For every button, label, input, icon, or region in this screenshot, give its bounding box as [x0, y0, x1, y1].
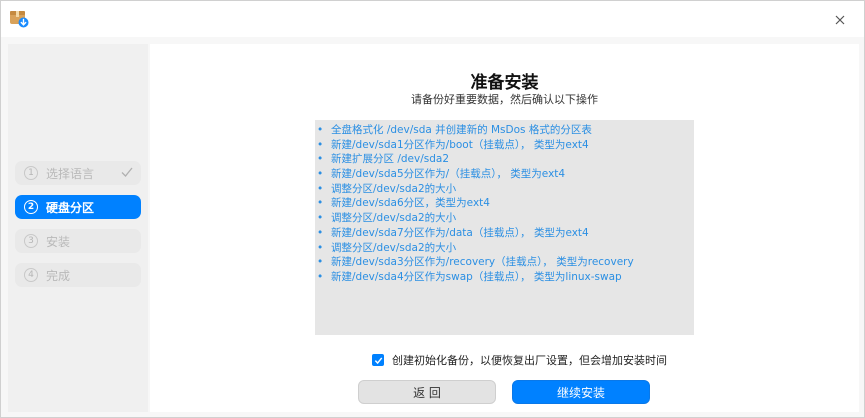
operations-list: • 全盘格式化 /dev/sda 并创建新的 MsDos 格式的分区表 • 新建/d… — [315, 120, 694, 335]
checkmark-icon — [374, 357, 382, 364]
operation-item: • 调整分区/dev/sda2的大小 — [315, 211, 694, 226]
operation-item: • 新建/dev/sda6分区，类型为ext4 — [315, 196, 694, 211]
checkmark-icon — [121, 166, 133, 181]
page-title: 准备安装 — [470, 73, 539, 93]
operation-item: • 新建/dev/sda4分区作为swap（挂载点）， 类型为linux-swap — [315, 270, 694, 285]
bullet-marker: • — [317, 270, 324, 283]
operation-text: 调整分区/dev/sda2的大小 — [331, 241, 457, 254]
steps-sidebar: 1 选择语言 2 硬盘分区 3 安装 4 完成 — [8, 44, 148, 412]
step-label: 安装 — [46, 234, 71, 249]
step-number: 2 — [24, 200, 38, 214]
bullet-marker: • — [317, 256, 324, 269]
operation-text: 全盘格式化 /dev/sda 并创建新的 MsDos 格式的分区表 — [331, 124, 592, 136]
continue-install-button[interactable]: 继续安装 — [512, 380, 650, 404]
operation-text: 新建扩展分区 /dev/sda2 — [331, 153, 450, 166]
page-subtitle: 请备份好重要数据，然后确认以下操作 — [411, 93, 598, 106]
bullet-marker: • — [317, 241, 324, 254]
bullet-marker: • — [317, 182, 324, 195]
step-number: 4 — [24, 268, 38, 282]
operation-text: 新建/dev/sda3分区作为/recovery（挂载点）， 类型为recove… — [331, 256, 634, 269]
operation-item: • 新建/dev/sda1分区作为/boot（挂载点）， 类型为ext4 — [315, 138, 694, 153]
operation-text: 调整分区/dev/sda2的大小 — [331, 212, 457, 225]
operation-text: 新建/dev/sda1分区作为/boot（挂载点）， 类型为ext4 — [331, 138, 589, 151]
operation-item: • 调整分区/dev/sda2的大小 — [315, 182, 694, 197]
step-number: 3 — [24, 234, 38, 248]
bullet-marker: • — [317, 138, 324, 151]
step-label: 完成 — [46, 268, 71, 283]
bullet-marker: • — [317, 124, 324, 136]
step-number: 1 — [24, 166, 38, 180]
installer-package-icon — [9, 8, 29, 28]
bullet-marker: • — [317, 197, 324, 210]
installer-window: 1 选择语言 2 硬盘分区 3 安装 4 完成 准备安装 请备份好重要数据，然后… — [0, 0, 865, 418]
step-install[interactable]: 3 安装 — [15, 229, 141, 253]
operation-item: • 新建扩展分区 /dev/sda2 — [315, 152, 694, 167]
bullet-marker: • — [317, 226, 324, 239]
close-button[interactable] — [830, 9, 850, 29]
main-panel: 准备安装 请备份好重要数据，然后确认以下操作 • 全盘格式化 /dev/sda 并… — [150, 44, 859, 412]
back-button[interactable]: 返 回 — [358, 380, 496, 404]
step-label: 硬盘分区 — [46, 200, 95, 215]
step-finish[interactable]: 4 完成 — [15, 263, 141, 287]
bullet-marker: • — [317, 212, 324, 225]
operation-text: 新建/dev/sda5分区作为/（挂载点）， 类型为ext4 — [331, 168, 566, 181]
backup-option: 创建初始化备份，以便恢复出厂设置，但会增加安装时间 — [372, 352, 667, 368]
operation-item: • 全盘格式化 /dev/sda 并创建新的 MsDos 格式的分区表 — [315, 123, 694, 138]
backup-checkbox[interactable] — [372, 354, 384, 366]
step-select-language[interactable]: 1 选择语言 — [15, 161, 141, 185]
operation-text: 调整分区/dev/sda2的大小 — [331, 182, 457, 195]
operation-text: 新建/dev/sda7分区作为/data（挂载点）， 类型为ext4 — [331, 226, 589, 239]
operation-item: • 调整分区/dev/sda2的大小 — [315, 241, 694, 256]
bullet-marker: • — [317, 153, 324, 166]
title-bar — [1, 1, 864, 37]
operation-text: 新建/dev/sda4分区作为swap（挂载点）， 类型为linux-swap — [331, 270, 622, 283]
operation-text: 新建/dev/sda6分区，类型为ext4 — [331, 197, 490, 210]
close-icon — [835, 10, 845, 29]
step-label: 选择语言 — [46, 166, 95, 181]
bullet-marker: • — [317, 168, 324, 181]
backup-checkbox-label[interactable]: 创建初始化备份，以便恢复出厂设置，但会增加安装时间 — [392, 352, 667, 368]
operation-item: • 新建/dev/sda7分区作为/data（挂载点）， 类型为ext4 — [315, 226, 694, 241]
operation-item: • 新建/dev/sda3分区作为/recovery（挂载点）， 类型为recov… — [315, 255, 694, 270]
operation-item: • 新建/dev/sda5分区作为/（挂载点）， 类型为ext4 — [315, 167, 694, 182]
step-disk-partition[interactable]: 2 硬盘分区 — [15, 195, 141, 219]
